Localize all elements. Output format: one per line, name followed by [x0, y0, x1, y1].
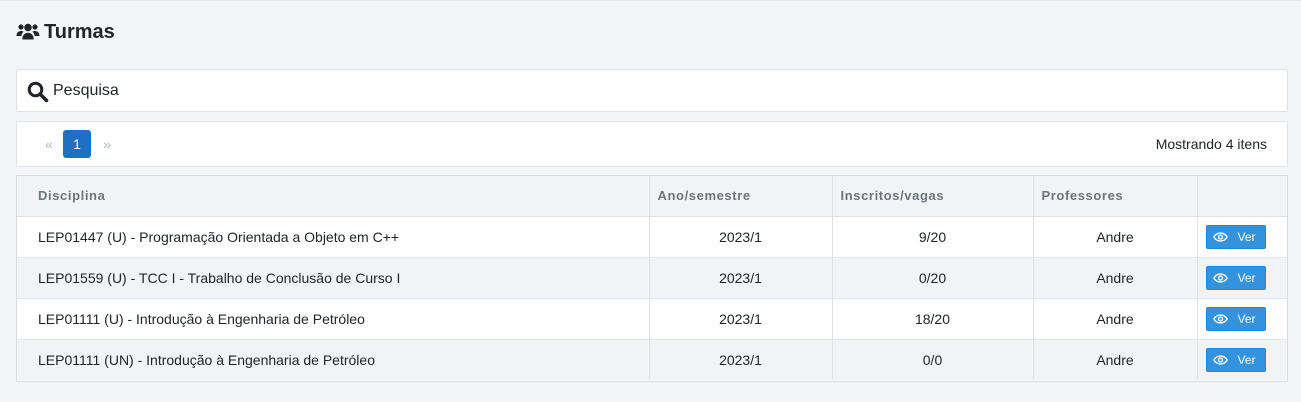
cell-professores: Andre — [1033, 298, 1198, 339]
eye-icon — [1212, 355, 1228, 365]
cell-action: Ver — [1197, 298, 1287, 339]
prev-page-button[interactable]: « — [39, 136, 59, 152]
page-title: Turmas — [44, 20, 115, 43]
view-button-label: Ver — [1237, 270, 1256, 285]
users-icon — [16, 23, 40, 41]
column-header-professores[interactable]: Professores — [1033, 176, 1198, 217]
column-header-inscritos-vagas[interactable]: Inscritos/vagas — [832, 176, 1034, 217]
cell-inscritos-vagas: 9/20 — [832, 216, 1034, 257]
cell-inscritos-vagas: 0/0 — [832, 339, 1034, 380]
page-1-button[interactable]: 1 — [63, 130, 91, 158]
view-button-label: Ver — [1237, 311, 1256, 326]
cell-action: Ver — [1197, 339, 1287, 380]
table-header-row: Disciplina Ano/semestre Inscritos/vagas … — [17, 176, 1287, 217]
view-button[interactable]: Ver — [1205, 347, 1266, 372]
page-header: Turmas — [16, 19, 115, 45]
cell-inscritos-vagas: 18/20 — [832, 298, 1034, 339]
eye-icon — [1212, 313, 1228, 324]
cell-ano-semestre: 2023/1 — [649, 257, 833, 298]
cell-professores: Andre — [1033, 339, 1198, 380]
search-input[interactable] — [53, 75, 1253, 106]
column-header-actions — [1197, 176, 1287, 217]
view-button-label: Ver — [1237, 229, 1256, 244]
cell-inscritos-vagas: 0/20 — [832, 257, 1034, 298]
search-bar — [16, 69, 1288, 112]
view-button[interactable]: Ver — [1205, 306, 1266, 331]
view-button-label: Ver — [1237, 352, 1256, 367]
item-count-label: Mostrando 4 itens — [1155, 136, 1267, 152]
table-row: LEP01111 (UN) - Introdução à Engenharia … — [17, 339, 1287, 380]
column-header-disciplina[interactable]: Disciplina — [17, 176, 650, 217]
cell-disciplina: LEP01111 (U) - Introdução à Engenharia d… — [17, 298, 650, 339]
eye-icon — [1212, 272, 1228, 283]
eye-icon — [1212, 231, 1228, 242]
cell-action: Ver — [1197, 216, 1287, 257]
table-row: LEP01111 (U) - Introdução à Engenharia d… — [17, 298, 1287, 339]
page: Turmas « 1 » Mostrando 4 itens — [0, 1, 1301, 402]
table-row: LEP01559 (U) - TCC I - Trabalho de Concl… — [17, 257, 1287, 298]
cell-action: Ver — [1197, 257, 1287, 298]
table-row: LEP01447 (U) - Programação Orientada a O… — [17, 216, 1287, 257]
pagination-bar: « 1 » Mostrando 4 itens — [16, 121, 1288, 167]
classes-table: Disciplina Ano/semestre Inscritos/vagas … — [16, 175, 1288, 382]
view-button[interactable]: Ver — [1205, 265, 1266, 290]
cell-professores: Andre — [1033, 257, 1198, 298]
cell-ano-semestre: 2023/1 — [649, 298, 833, 339]
cell-disciplina: LEP01111 (UN) - Introdução à Engenharia … — [17, 339, 650, 380]
next-page-button[interactable]: » — [97, 136, 117, 152]
search-icon — [27, 79, 53, 103]
column-header-ano-semestre[interactable]: Ano/semestre — [649, 176, 833, 217]
cell-disciplina: LEP01447 (U) - Programação Orientada a O… — [17, 216, 650, 257]
pagination: « 1 » — [39, 130, 117, 158]
cell-disciplina: LEP01559 (U) - TCC I - Trabalho de Concl… — [17, 257, 650, 298]
cell-ano-semestre: 2023/1 — [649, 339, 833, 380]
cell-ano-semestre: 2023/1 — [649, 216, 833, 257]
view-button[interactable]: Ver — [1205, 224, 1266, 249]
cell-professores: Andre — [1033, 216, 1198, 257]
